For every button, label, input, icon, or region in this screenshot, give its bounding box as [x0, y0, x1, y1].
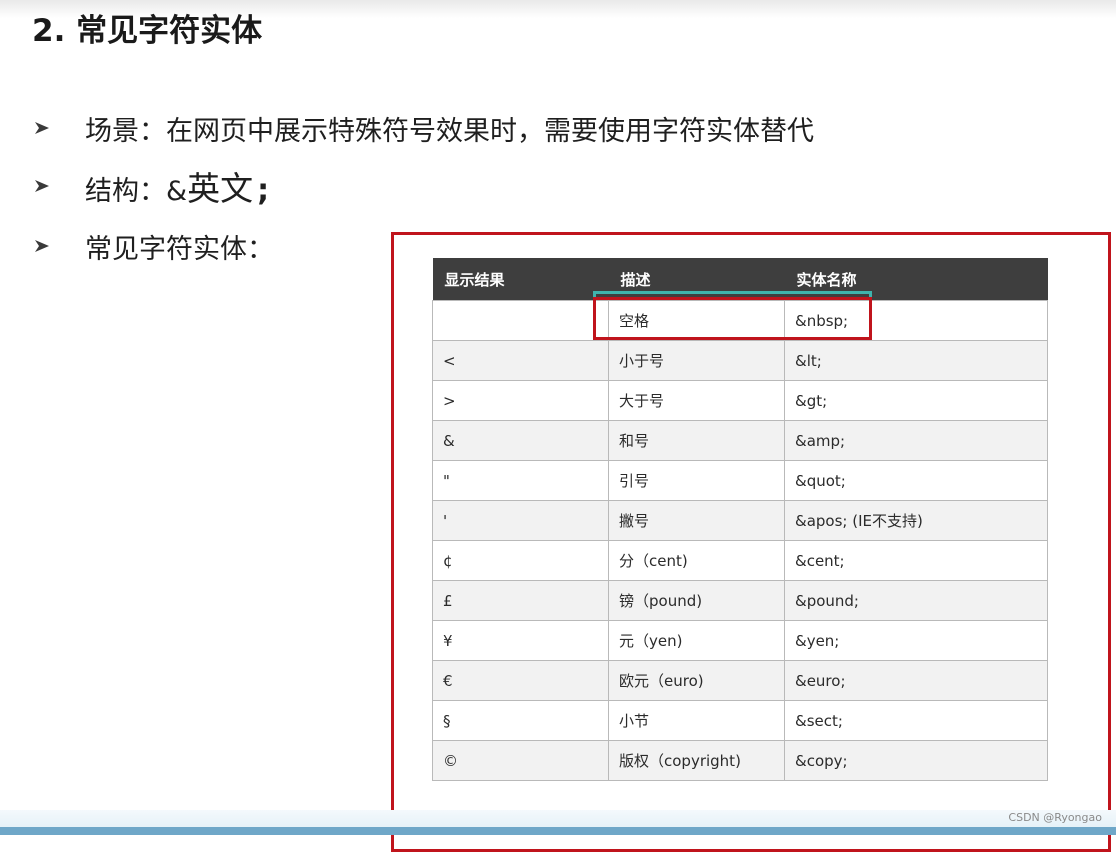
slide-title: 2. 常见字符实体 — [32, 13, 263, 49]
cell-entity: &lt; — [784, 340, 1048, 381]
nbsp-highlight-box — [593, 297, 872, 340]
bullet-scene: 场景：在网页中展示特殊符号效果时，需要使用字符实体替代 — [34, 108, 814, 148]
cell-description: 欧元（euro) — [608, 660, 785, 701]
cell-result: § — [432, 700, 609, 741]
cell-result: £ — [432, 580, 609, 621]
triangle-bullet-icon — [35, 180, 49, 192]
cell-description: 和号 — [608, 420, 785, 461]
table-row: < 小于号 &lt; — [432, 340, 1048, 381]
cell-result: > — [432, 380, 609, 421]
table-row: © 版权（copyright) &copy; — [432, 740, 1048, 781]
cell-result: ¥ — [432, 620, 609, 661]
cell-description: 小于号 — [608, 340, 785, 381]
structure-word: 英文 — [187, 169, 254, 208]
table-row: & 和号 &amp; — [432, 420, 1048, 461]
cell-result: ¢ — [432, 540, 609, 581]
cell-entity: &apos; (IE不支持) — [784, 500, 1048, 541]
cell-result: © — [432, 740, 609, 781]
triangle-bullet-icon — [35, 240, 49, 252]
table-row: > 大于号 &gt; — [432, 380, 1048, 421]
cell-description: 引号 — [608, 460, 785, 501]
bullet-common: 常见字符实体： — [34, 226, 274, 266]
cell-description: 分（cent) — [608, 540, 785, 581]
bullet-structure: 结构：&英文; — [34, 166, 270, 208]
structure-semicolon: ; — [257, 173, 270, 208]
table-row: ¢ 分（cent) &cent; — [432, 540, 1048, 581]
table-row: § 小节 &sect; — [432, 700, 1048, 741]
bullet-content: 在网页中展示特殊符号效果时，需要使用字符实体替代 — [166, 115, 814, 147]
table-row: ¥ 元（yen) &yen; — [432, 620, 1048, 661]
header-result: 显示结果 — [432, 258, 609, 301]
cell-result: € — [432, 660, 609, 701]
cell-result: & — [432, 420, 609, 461]
bullet-label: 结构： — [85, 176, 166, 207]
table-row: ' 撇号 &apos; (IE不支持) — [432, 500, 1048, 541]
triangle-bullet-icon — [35, 122, 49, 134]
bullet-label: 场景： — [85, 115, 166, 147]
cell-result: ' — [432, 500, 609, 541]
structure-amp: & — [166, 176, 188, 207]
table-row: £ 镑（pound) &pound; — [432, 580, 1048, 621]
cell-entity: &pound; — [784, 580, 1048, 621]
table-row: " 引号 &quot; — [432, 460, 1048, 501]
cell-description: 小节 — [608, 700, 785, 741]
table-row: € 欧元（euro) &euro; — [432, 660, 1048, 701]
bottom-decoration — [0, 810, 1116, 835]
cell-result: < — [432, 340, 609, 381]
bullet-label: 常见字符实体： — [85, 233, 274, 265]
cell-description: 大于号 — [608, 380, 785, 421]
cell-entity: &yen; — [784, 620, 1048, 661]
cell-entity: &gt; — [784, 380, 1048, 421]
cell-entity: &euro; — [784, 660, 1048, 701]
cell-description: 撇号 — [608, 500, 785, 541]
cell-description: 元（yen) — [608, 620, 785, 661]
cell-entity: &cent; — [784, 540, 1048, 581]
cell-description: 版权（copyright) — [608, 740, 785, 781]
cell-result — [432, 300, 609, 341]
cell-result: " — [432, 460, 609, 501]
watermark: CSDN @Ryongao — [1008, 811, 1102, 824]
cell-entity: &quot; — [784, 460, 1048, 501]
cell-description: 镑（pound) — [608, 580, 785, 621]
cell-entity: &amp; — [784, 420, 1048, 461]
cell-entity: &copy; — [784, 740, 1048, 781]
cell-entity: &sect; — [784, 700, 1048, 741]
